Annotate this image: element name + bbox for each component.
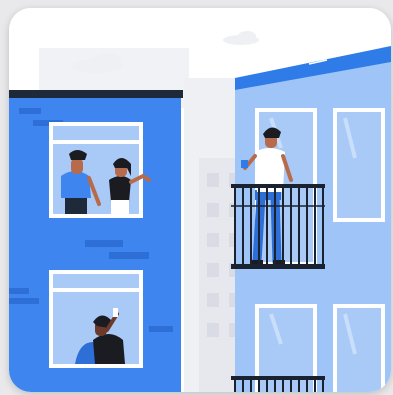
lower-right-window [333,304,385,392]
lower-window [49,270,143,368]
cup-icon [241,160,248,168]
illustration-card [9,8,391,392]
right-window [333,108,385,222]
left-building [9,90,183,392]
right-building [231,46,391,392]
upper-window [49,122,151,218]
apartment-scene-illustration [9,8,391,392]
